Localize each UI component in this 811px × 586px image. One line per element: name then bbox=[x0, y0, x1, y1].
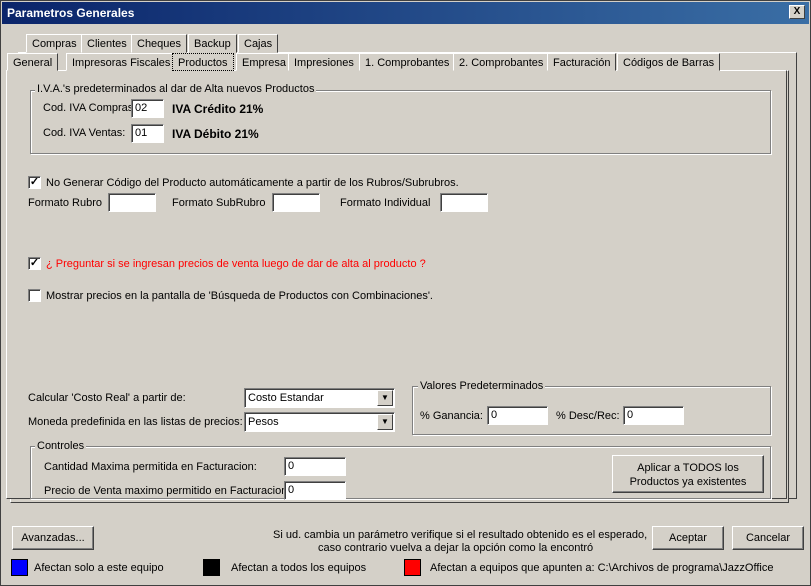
cantidad-maxima-input[interactable]: 0 bbox=[284, 457, 346, 476]
ganancia-input[interactable]: 0 bbox=[487, 406, 548, 425]
formato-subrubro-label: Formato SubRubro bbox=[172, 197, 266, 209]
title-bar: Parametros Generales X bbox=[2, 2, 809, 24]
moneda-value: Pesos bbox=[248, 416, 279, 428]
legend-label-red: Afectan a equipos que apunten a: C:\Arch… bbox=[430, 562, 774, 574]
formato-individual-label: Formato Individual bbox=[340, 197, 431, 209]
mostrar-precios-checkbox[interactable] bbox=[28, 289, 41, 302]
aceptar-button[interactable]: Aceptar bbox=[652, 526, 724, 550]
tab-impresiones[interactable]: Impresiones bbox=[288, 53, 360, 71]
note-line2: caso contrario vuelva a dejar la opción … bbox=[318, 542, 594, 554]
iva-compras-desc: IVA Crédito 21% bbox=[172, 102, 264, 116]
iva-ventas-desc: IVA Débito 21% bbox=[172, 127, 259, 141]
tab-backup[interactable]: Backup bbox=[188, 34, 237, 53]
moneda-label: Moneda predefinida en las listas de prec… bbox=[28, 416, 243, 428]
ganancia-label: % Ganancia: bbox=[420, 410, 483, 422]
tab-empresa[interactable]: Empresa bbox=[236, 53, 293, 71]
formato-subrubro-input[interactable] bbox=[272, 193, 320, 212]
note-line1: Si ud. cambia un parámetro verifique si … bbox=[273, 529, 648, 541]
no-generar-codigo-checkbox[interactable]: ✓ bbox=[28, 176, 41, 189]
precio-maximo-input[interactable]: 0 bbox=[284, 481, 346, 500]
no-generar-codigo-label: No Generar Código del Producto automátic… bbox=[46, 177, 459, 189]
tab-facturacion[interactable]: Facturación bbox=[547, 53, 617, 71]
aplicar-todos-line2: Productos ya existentes bbox=[629, 476, 747, 488]
formato-rubro-input[interactable] bbox=[108, 193, 156, 212]
costo-real-label: Calcular 'Costo Real' a partir de: bbox=[28, 392, 186, 404]
formato-rubro-label: Formato Rubro bbox=[28, 197, 102, 209]
parametros-window: Parametros Generales X Compras Clientes … bbox=[0, 0, 811, 586]
iva-ventas-label: Cod. IVA Ventas: bbox=[43, 127, 126, 139]
valores-group-title: Valores Predeterminados bbox=[418, 380, 546, 392]
moneda-select[interactable]: Pesos ▼ bbox=[244, 412, 395, 432]
desc-rec-label: % Desc/Rec: bbox=[556, 410, 620, 422]
avanzadas-button[interactable]: Avanzadas... bbox=[12, 526, 94, 550]
formato-individual-input[interactable] bbox=[440, 193, 488, 212]
desc-rec-input[interactable]: 0 bbox=[623, 406, 684, 425]
preguntar-precios-checkbox[interactable]: ✓ bbox=[28, 257, 41, 270]
tab-codigos-de-barras[interactable]: Códigos de Barras bbox=[617, 53, 721, 71]
controles-group-title: Controles bbox=[35, 440, 87, 452]
iva-ventas-input[interactable]: 01 bbox=[131, 124, 164, 143]
legend-label-black: Afectan a todos los equipos bbox=[231, 562, 367, 574]
window-title: Parametros Generales bbox=[7, 6, 135, 20]
tab-general[interactable]: General bbox=[7, 53, 59, 71]
aplicar-todos-line1: Aplicar a TODOS los bbox=[637, 462, 739, 474]
tab-compras[interactable]: Compras bbox=[26, 34, 83, 53]
cantidad-maxima-label: Cantidad Maxima permitida en Facturacion… bbox=[44, 461, 257, 473]
costo-real-select[interactable]: Costo Estandar ▼ bbox=[244, 388, 395, 408]
aplicar-todos-button[interactable]: Aplicar a TODOS los Productos ya existen… bbox=[612, 455, 764, 493]
close-icon[interactable]: X bbox=[789, 5, 805, 19]
preguntar-precios-label: ¿ Preguntar si se ingresan precios de ve… bbox=[46, 258, 426, 270]
chevron-down-icon[interactable]: ▼ bbox=[377, 390, 393, 406]
tab-productos[interactable]: Productos bbox=[172, 53, 234, 71]
tab-1-comprobantes[interactable]: 1. Comprobantes bbox=[359, 53, 456, 71]
legend-swatch-blue bbox=[11, 559, 28, 576]
chevron-down-icon[interactable]: ▼ bbox=[377, 414, 393, 430]
tab-cajas[interactable]: Cajas bbox=[238, 34, 279, 53]
tab-2-comprobantes[interactable]: 2. Comprobantes bbox=[453, 53, 550, 71]
legend-label-blue: Afectan solo a este equipo bbox=[34, 562, 164, 574]
tab-impresoras-fiscales[interactable]: Impresoras Fiscales bbox=[66, 53, 177, 71]
legend-swatch-black bbox=[203, 559, 220, 576]
mostrar-precios-label: Mostrar precios en la pantalla de 'Búsqu… bbox=[46, 290, 433, 302]
cancelar-button[interactable]: Cancelar bbox=[732, 526, 804, 550]
tab-clientes[interactable]: Clientes bbox=[81, 34, 133, 53]
costo-real-value: Costo Estandar bbox=[248, 392, 324, 404]
legend-swatch-red bbox=[404, 559, 421, 576]
precio-maximo-label: Precio de Venta maximo permitido en Fact… bbox=[44, 485, 291, 497]
iva-group-title: I.V.A.'s predeterminados al dar de Alta … bbox=[35, 83, 317, 95]
iva-compras-input[interactable]: 02 bbox=[131, 99, 164, 118]
iva-compras-label: Cod. IVA Compras bbox=[43, 102, 134, 114]
tab-cheques[interactable]: Cheques bbox=[131, 34, 188, 53]
